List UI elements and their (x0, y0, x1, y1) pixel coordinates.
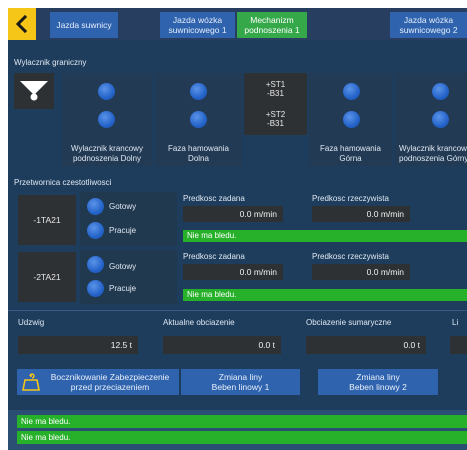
converter-2-set-speed-label: Predkosc zadana (183, 252, 245, 261)
total-load-label: Obciazenie sumaryczne (306, 318, 392, 327)
converter-1-ready-label: Gotowy (109, 202, 137, 211)
footer-status-1: Nie ma bledu. (17, 415, 467, 428)
status-led-lower-limit-2 (98, 111, 115, 128)
hook-load-icon (22, 373, 40, 391)
capacity-value: 12.5 t (18, 336, 138, 354)
converter-1-working-led (87, 222, 104, 239)
hook-limit-icon (20, 81, 48, 101)
converter-2-ready-label: Gotowy (109, 262, 137, 271)
converter-2-actual-speed-value: 0.0 m/min (312, 264, 410, 280)
current-load-label: Aktualne obciazenie (163, 318, 235, 327)
section-title-converter: Przetwornica czestotliwosci (14, 178, 112, 187)
current-load-value: 0.0 t (163, 336, 281, 354)
tab-hoist-1[interactable]: Mechanizm podnoszenia 1 (237, 12, 307, 38)
cut-off-label: Li (452, 318, 459, 327)
converter-1-status-bar: Nie ma bledu. (183, 230, 467, 242)
converter-2-set-speed-value: 0.0 m/min (183, 264, 283, 280)
rope-change-drum-1-button[interactable]: Zmiana liny Beben linowy 1 (181, 369, 300, 395)
converter-2-actual-speed-label: Predkosc rzeczywista (312, 252, 389, 261)
converter-2-working-led (87, 280, 104, 297)
converter-1-working-label: Pracuje (109, 226, 137, 235)
converter-1-set-speed-label: Predkosc zadana (183, 194, 245, 203)
status-led-lower-limit-1 (98, 83, 115, 100)
converter-2-name: -2TA21 (33, 272, 61, 282)
converter-1-name-box: -1TA21 (18, 195, 76, 245)
label-upper-limit: Wylacznik krancowy podnoszenia Górny (399, 144, 467, 163)
footer-status-2: Nie ma bledu. (17, 431, 467, 444)
label-lower-brake: Faza hamowania Dolna (168, 144, 229, 163)
rope-change-drum-2-button[interactable]: Zmiana liny Beben linowy 2 (318, 369, 438, 395)
converter-1-actual-speed-label: Predkosc rzeczywista (312, 194, 389, 203)
overload-bypass-button[interactable]: Bocznikowanie Zabezpieczenie przed przec… (17, 369, 179, 395)
converter-1-set-speed-value: 0.0 m/min (183, 206, 283, 222)
sensor-top-label: +ST1 -B31 (265, 80, 286, 98)
converter-2-working-label: Pracuje (109, 284, 137, 293)
back-button[interactable] (8, 8, 36, 40)
status-led-upper-limit-2 (432, 111, 449, 128)
status-led-lower-brake-2 (190, 111, 207, 128)
status-led-upper-limit-1 (432, 83, 449, 100)
capacity-label: Udzwig (18, 318, 45, 327)
converter-1-name: -1TA21 (33, 215, 61, 225)
converter-2-status-bar: Nie ma bledu. (183, 289, 467, 301)
converter-1-ready-led (87, 198, 104, 215)
overload-bypass-label: Bocznikowanie Zabezpieczenie przed przec… (50, 372, 170, 392)
total-load-value: 0.0 t (306, 336, 426, 354)
tab-trolley-travel-2[interactable]: Jazda wózka suwnicowego 2 (390, 12, 467, 38)
label-upper-brake: Faza hamowania Górna (320, 144, 381, 163)
sensor-bottom-label: +ST2 -B31 (265, 110, 286, 128)
section-title-limit-switch: Wylacznik graniczny (14, 58, 87, 67)
status-led-lower-brake-1 (190, 83, 207, 100)
chevron-left-icon (15, 14, 28, 34)
tab-crane-travel[interactable]: Jazda suwnicy (50, 12, 118, 38)
tab-trolley-travel-1[interactable]: Jazda wózka suwnicowego 1 (160, 12, 235, 38)
limit-switch-icon-box (14, 73, 54, 109)
screen: Jazda suwnicy Jazda wózka suwnicowego 1 … (0, 0, 467, 450)
label-lower-limit: Wylacznik krancowy podnoszenia Dolny (71, 144, 143, 163)
divider (8, 310, 467, 311)
converter-2-ready-led (87, 256, 104, 273)
status-led-upper-brake-1 (343, 83, 360, 100)
cut-off-value-box (450, 336, 467, 354)
converter-2-name-box: -2TA21 (18, 252, 76, 302)
status-led-upper-brake-2 (343, 111, 360, 128)
converter-1-actual-speed-value: 0.0 m/min (312, 206, 410, 222)
